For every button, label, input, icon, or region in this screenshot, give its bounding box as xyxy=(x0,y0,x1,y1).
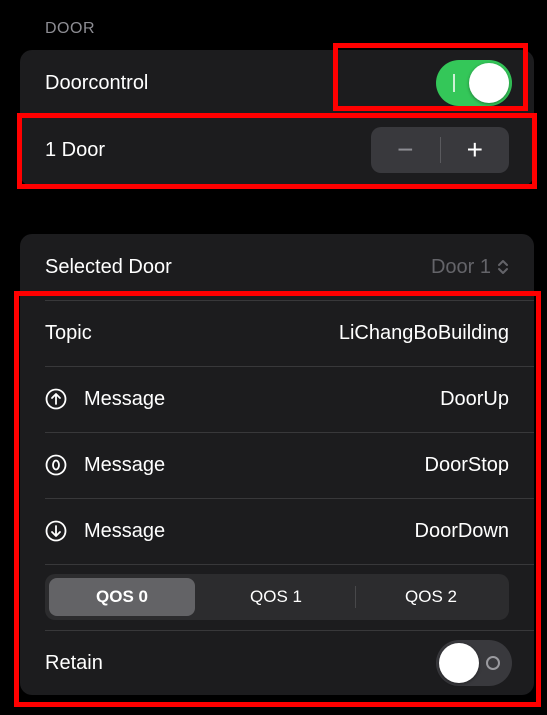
up-down-chevron-icon xyxy=(498,260,508,274)
topic-row[interactable]: Topic LiChangBoBuilding xyxy=(20,300,534,366)
toggle-knob xyxy=(469,63,509,103)
selected-door-row[interactable]: Selected Door Door 1 xyxy=(20,234,534,300)
toggle-on-mark-icon xyxy=(453,74,455,92)
settings-screen: DOOR Doorcontrol 1 Door − + Selected Doo… xyxy=(0,0,547,715)
selected-door-picker[interactable]: Door 1 xyxy=(431,256,509,279)
section-header-door: DOOR xyxy=(45,20,95,37)
arrow-down-circle-icon xyxy=(45,520,67,542)
door-count-stepper[interactable]: − + xyxy=(371,127,509,173)
qos-1-segment[interactable]: QOS 1 xyxy=(199,578,353,616)
message-stop-label: Message xyxy=(84,453,166,476)
qos-2-segment[interactable]: QOS 2 xyxy=(357,578,505,616)
message-down-value[interactable]: DoorDown xyxy=(415,520,509,543)
retain-row: Retain xyxy=(20,630,534,695)
doorcontrol-row: Doorcontrol xyxy=(20,50,534,116)
qos-0-segment[interactable]: QOS 0 xyxy=(49,578,195,616)
message-up-value[interactable]: DoorUp xyxy=(440,388,509,411)
segment-divider xyxy=(355,586,356,608)
topic-label: Topic xyxy=(45,321,92,344)
message-down-label: Message xyxy=(84,519,166,542)
toggle-knob xyxy=(439,643,479,683)
doorcontrol-label: Doorcontrol xyxy=(45,71,149,94)
selected-door-value: Door 1 xyxy=(430,255,491,278)
topic-value[interactable]: LiChangBoBuilding xyxy=(339,322,509,345)
decrement-button[interactable]: − xyxy=(371,127,440,173)
selected-door-label: Selected Door xyxy=(45,255,172,278)
zero-circle-icon xyxy=(45,454,67,476)
message-down-row[interactable]: Message DoorDown xyxy=(20,498,534,564)
toggle-off-mark-icon xyxy=(486,656,500,670)
message-stop-row[interactable]: Message DoorStop xyxy=(20,432,534,498)
arrow-up-circle-icon xyxy=(45,388,67,410)
message-stop-value[interactable]: DoorStop xyxy=(425,454,510,477)
retain-label: Retain xyxy=(45,651,103,674)
message-up-row[interactable]: Message DoorUp xyxy=(20,366,534,432)
qos-segmented-control[interactable]: QOS 0 QOS 1 QOS 2 xyxy=(45,574,509,620)
doorcontrol-toggle[interactable] xyxy=(436,60,512,106)
retain-toggle[interactable] xyxy=(436,640,512,686)
door-control-card: Doorcontrol 1 Door − + xyxy=(20,50,534,186)
message-up-label: Message xyxy=(84,387,166,410)
door-count-label: 1 Door xyxy=(45,138,106,161)
increment-button[interactable]: + xyxy=(441,127,510,173)
door-count-row: 1 Door − + xyxy=(20,117,534,183)
door-settings-card: Selected Door Door 1 Topic LiChangBoBuil… xyxy=(20,234,534,695)
divider xyxy=(45,564,534,565)
